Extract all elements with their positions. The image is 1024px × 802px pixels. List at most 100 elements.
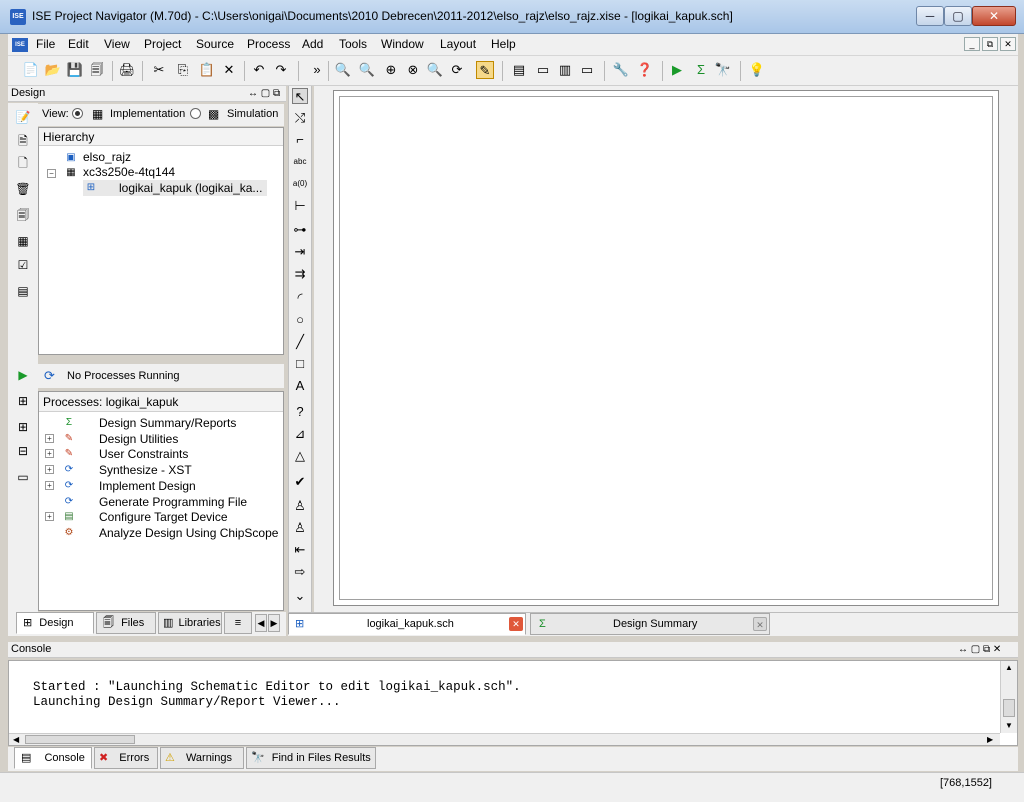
add-bus-tap-icon[interactable]: a(0): [292, 176, 308, 192]
hierarchy-up-icon[interactable]: ⇤: [292, 542, 308, 558]
process-item[interactable]: Implement Design: [99, 479, 196, 493]
add-net-name-icon[interactable]: ⌐: [292, 132, 308, 148]
cut-icon[interactable]: ✂: [150, 61, 168, 79]
tree-expander[interactable]: +: [45, 433, 54, 443]
window-icon[interactable]: ▭: [15, 469, 31, 485]
tab-warnings[interactable]: ⚠ Warnings: [160, 747, 244, 769]
menu-project[interactable]: Project: [144, 37, 181, 51]
tree-expander[interactable]: +: [45, 512, 54, 522]
console-horizontal-scrollbar[interactable]: ◀ ▶: [9, 733, 1000, 745]
add-source-icon[interactable]: 📝: [15, 109, 31, 125]
tree-item-selected[interactable]: ⊞ logikai_kapuk (logikai_ka...: [83, 180, 267, 196]
mdi-restore-button[interactable]: ⧉: [982, 37, 998, 51]
process-item[interactable]: Analyze Design Using ChipScope: [99, 526, 278, 540]
simulation-label[interactable]: Simulation: [227, 108, 278, 120]
table-icon[interactable]: ▤: [15, 283, 31, 299]
new-source-icon[interactable]: 🗋: [15, 155, 31, 171]
zoom-out-icon[interactable]: 🔍: [358, 61, 376, 79]
scroll-left-icon[interactable]: ◀: [13, 735, 19, 744]
zoom-in-icon[interactable]: 🔍: [334, 61, 352, 79]
scroll-right-icon[interactable]: ▶: [987, 735, 993, 744]
schematic-canvas[interactable]: [333, 90, 999, 606]
add-copy-source-icon[interactable]: 🗎: [15, 133, 31, 149]
tab-design[interactable]: ⊞ Design: [16, 612, 94, 634]
new-icon[interactable]: 📄: [22, 61, 40, 79]
simulation-radio[interactable]: [190, 108, 201, 119]
tree-item-logikai-kapuk[interactable]: logikai_kapuk (logikai_ka...: [119, 181, 262, 195]
process-item[interactable]: Configure Target Device: [99, 510, 228, 524]
tree-expander[interactable]: +: [45, 480, 54, 490]
properties-icon[interactable]: 🗐: [15, 207, 31, 223]
add-branch-icon[interactable]: ⊢: [292, 198, 308, 214]
paste-icon[interactable]: 📋: [198, 61, 216, 79]
help-icon[interactable]: ❓: [636, 61, 654, 79]
check-schematic-icon[interactable]: ✔: [292, 474, 308, 490]
menu-process[interactable]: Process: [247, 37, 290, 51]
close-tab-icon[interactable]: ✕: [753, 617, 767, 631]
zoom-full-icon[interactable]: ⊕: [382, 61, 400, 79]
tab-scroll-right-button[interactable]: ▶: [268, 614, 280, 632]
scroll-down-icon[interactable]: ▼: [1005, 721, 1013, 730]
tile-vertical-icon[interactable]: ▥: [556, 61, 574, 79]
process-item[interactable]: User Constraints: [99, 447, 188, 461]
menu-edit[interactable]: Edit: [68, 37, 89, 51]
delete-icon[interactable]: ✕: [220, 61, 238, 79]
wrench-icon[interactable]: 🔧: [612, 61, 630, 79]
run-icon[interactable]: ▶: [668, 61, 686, 79]
tab-console[interactable]: ▤ Console: [14, 747, 92, 769]
symbol-icon[interactable]: ♙: [292, 520, 308, 536]
close-tab-icon[interactable]: ✕: [509, 617, 523, 631]
pop-icon[interactable]: △: [292, 448, 308, 464]
tree-collapse-icon[interactable]: ⊟: [15, 443, 31, 459]
print-icon[interactable]: 🖨: [118, 61, 136, 79]
implementation-radio[interactable]: [72, 108, 83, 119]
console-output[interactable]: Started : "Launching Schematic Editor to…: [8, 660, 1018, 746]
undo-icon[interactable]: ↶: [250, 61, 268, 79]
sigma-icon[interactable]: Σ: [692, 61, 710, 79]
symbol-icon[interactable]: ♙: [292, 498, 308, 514]
lightbulb-icon[interactable]: 💡: [748, 61, 766, 79]
implementation-label[interactable]: Implementation: [110, 108, 185, 120]
menu-tools[interactable]: Tools: [339, 37, 367, 51]
cascade-icon[interactable]: ▤: [510, 61, 528, 79]
tree-item-device[interactable]: xc3s250e-4tq144: [83, 165, 175, 179]
add-arc-icon[interactable]: ◜: [292, 290, 308, 306]
more-tools-icon[interactable]: »: [308, 61, 326, 79]
add-line-icon[interactable]: ╱: [292, 334, 308, 350]
remove-source-icon[interactable]: 🗑: [15, 181, 31, 197]
tile-horizontal-icon[interactable]: ▭: [534, 61, 552, 79]
window-icon[interactable]: ▭: [578, 61, 596, 79]
process-item[interactable]: Design Utilities: [99, 432, 178, 446]
tree-expander[interactable]: −: [47, 169, 56, 178]
tree-item-elso-rajz[interactable]: elso_rajz: [83, 150, 131, 164]
hierarchy-down-icon[interactable]: ⇨: [292, 564, 308, 580]
add-circle-icon[interactable]: ○: [292, 312, 308, 328]
add-text-icon[interactable]: A: [292, 378, 308, 394]
scroll-up-icon[interactable]: ▲: [1005, 663, 1013, 672]
menu-help[interactable]: Help: [491, 37, 516, 51]
save-all-icon[interactable]: 🗐: [88, 61, 106, 79]
add-rectangle-icon[interactable]: □: [292, 356, 308, 372]
tab-errors[interactable]: ✖ Errors: [94, 747, 158, 769]
console-vertical-scrollbar[interactable]: ▲ ▼: [1000, 661, 1017, 733]
tab-logikai-kapuk-sch[interactable]: ⊞ logikai_kapuk.sch ✕: [288, 613, 526, 635]
add-instance-icon[interactable]: ⇉: [292, 266, 308, 282]
tab-files[interactable]: 🗐 Files: [96, 612, 156, 634]
help-icon[interactable]: ?: [292, 404, 308, 420]
mdi-minimize-button[interactable]: _: [964, 37, 980, 51]
tab-more[interactable]: ≡: [224, 612, 252, 634]
menu-add[interactable]: Add: [302, 37, 323, 51]
run-process-icon[interactable]: ▶: [15, 367, 31, 383]
menu-window[interactable]: Window: [381, 37, 424, 51]
tab-design-summary[interactable]: Σ Design Summary ✕: [530, 613, 770, 635]
menu-source[interactable]: Source: [196, 37, 234, 51]
tab-libraries[interactable]: ▥ Libraries: [158, 612, 222, 634]
tab-find-in-files[interactable]: 🔭 Find in Files Results: [246, 747, 376, 769]
refresh-icon[interactable]: ⟳: [448, 61, 466, 79]
tree-expand-icon[interactable]: ⊞: [15, 419, 31, 435]
panel-float-icon[interactable]: ↔ ▢ ⧉ ✕: [958, 642, 1001, 657]
mdi-close-button[interactable]: ✕: [1000, 37, 1016, 51]
process-item[interactable]: Synthesize - XST: [99, 463, 192, 477]
add-wire-icon[interactable]: ⤭: [292, 110, 308, 126]
menu-view[interactable]: View: [104, 37, 130, 51]
